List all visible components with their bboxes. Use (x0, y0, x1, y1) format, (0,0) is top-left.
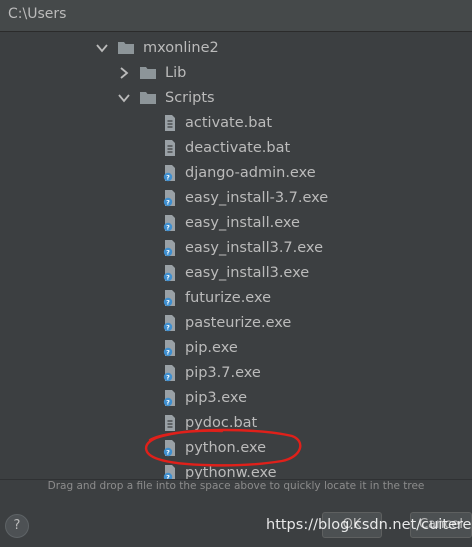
chevron-down-icon[interactable] (117, 91, 131, 105)
tree-label: django-admin.exe (185, 164, 316, 181)
tree-label: easy_install.exe (185, 214, 300, 231)
tree-label: deactivate.bat (185, 139, 291, 156)
folder-icon (140, 67, 156, 79)
svg-text:?: ? (166, 473, 170, 480)
bat-file-icon (165, 114, 175, 131)
tree-label: pip.exe (185, 339, 238, 356)
tree-label: easy_install-3.7.exe (185, 189, 329, 206)
tree-row-file[interactable]: pydoc.bat (162, 410, 257, 435)
exe-file-icon: ? (163, 389, 175, 406)
exe-file-icon: ? (163, 439, 175, 456)
tree-row-file[interactable]: ? easy_install3.7.exe (162, 235, 323, 260)
exe-file-icon: ? (163, 189, 175, 206)
svg-text:?: ? (166, 398, 170, 406)
svg-text:?: ? (166, 223, 170, 231)
tree-row-file[interactable]: ? easy_install3.exe (162, 260, 309, 285)
chevron-down-icon[interactable] (95, 41, 109, 55)
exe-file-icon: ? (163, 289, 175, 306)
tree-row-file[interactable]: ? pasteurize.exe (162, 310, 291, 335)
svg-text:?: ? (166, 248, 170, 256)
tree-label: pip3.7.exe (185, 364, 261, 381)
tree-row-file[interactable]: ? pip.exe (162, 335, 238, 360)
exe-file-icon: ? (163, 214, 175, 231)
exe-file-icon: ? (163, 339, 175, 356)
tree-label: activate.bat (185, 114, 273, 131)
tree-row-file[interactable]: ? pip3.7.exe (162, 360, 261, 385)
exe-file-icon: ? (163, 164, 175, 181)
tree-label: Lib (165, 64, 187, 81)
tree-label: easy_install3.7.exe (185, 239, 323, 256)
chevron-right-icon[interactable] (117, 66, 131, 80)
tree-label: easy_install3.exe (185, 264, 310, 281)
svg-text:?: ? (166, 348, 170, 356)
svg-text:?: ? (166, 323, 170, 331)
tree-row-file[interactable]: ? pythonw.exe (162, 460, 277, 480)
tree-label: python.exe (185, 439, 267, 456)
tree-row-file[interactable]: ? futurize.exe (162, 285, 271, 310)
tree-row-file[interactable]: ? easy_install-3.7.exe (162, 185, 328, 210)
folder-icon (118, 42, 134, 54)
tree-row-scripts[interactable]: Scripts (117, 85, 215, 110)
svg-text:?: ? (166, 273, 170, 281)
file-tree[interactable]: mxonline2 Lib Scripts activate.bat deact… (0, 33, 472, 480)
svg-text:?: ? (166, 298, 170, 306)
bat-file-icon (165, 139, 175, 156)
svg-text:?: ? (166, 173, 170, 181)
tree-label: pasteurize.exe (185, 314, 292, 331)
tree-label: pydoc.bat (185, 414, 258, 431)
path-input[interactable]: C:\Users (0, 0, 472, 32)
svg-text:?: ? (166, 373, 170, 381)
tree-row-mxonline2[interactable]: mxonline2 (95, 35, 219, 60)
watermark: https://blog.csdn.net/cuiterel (266, 517, 472, 533)
tree-row-file[interactable]: activate.bat (162, 110, 272, 135)
help-button[interactable]: ? (5, 514, 29, 538)
tree-label: futurize.exe (185, 289, 272, 306)
tree-row-python-exe[interactable]: ? python.exe (162, 435, 266, 460)
exe-file-icon: ? (163, 364, 175, 381)
tree-row-file[interactable]: ? pip3.exe (162, 385, 247, 410)
svg-text:?: ? (166, 198, 170, 206)
drag-drop-hint: Drag and drop a file into the space abov… (47, 480, 425, 492)
exe-file-icon: ? (163, 239, 175, 256)
tree-label: Scripts (165, 89, 215, 106)
tree-label: mxonline2 (143, 39, 219, 56)
folder-icon (140, 92, 156, 104)
bat-file-icon (165, 414, 175, 431)
tree-row-file[interactable]: ? easy_install.exe (162, 210, 300, 235)
tree-label: pythonw.exe (185, 464, 277, 480)
exe-file-icon: ? (163, 314, 175, 331)
tree-row-lib[interactable]: Lib (117, 60, 186, 85)
tree-row-file[interactable]: deactivate.bat (162, 135, 290, 160)
tree-row-file[interactable]: ? django-admin.exe (162, 160, 316, 185)
svg-text:?: ? (166, 448, 170, 456)
exe-file-icon: ? (163, 464, 175, 480)
exe-file-icon: ? (163, 264, 175, 281)
tree-label: pip3.exe (185, 389, 247, 406)
